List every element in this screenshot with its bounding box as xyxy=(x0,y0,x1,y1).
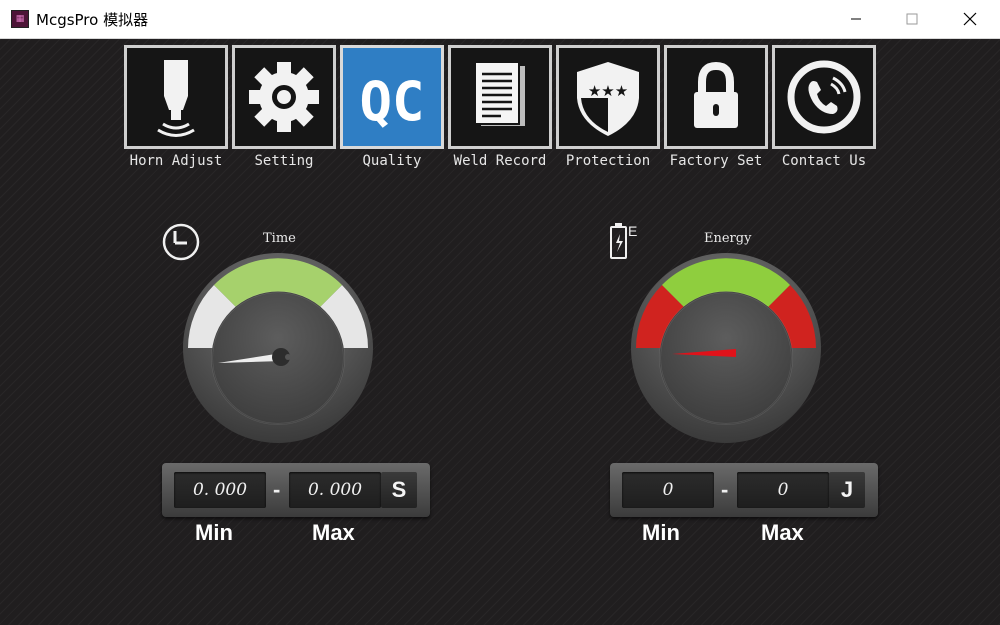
energy-unit: J xyxy=(829,472,865,508)
energy-gauge xyxy=(631,253,821,443)
horn-icon xyxy=(157,60,195,137)
svg-text:E: E xyxy=(628,223,637,239)
close-button[interactable] xyxy=(942,0,998,38)
time-min-label: Min xyxy=(195,520,233,545)
nav-protection[interactable]: ★★★ xyxy=(556,45,660,149)
time-range-dash: - xyxy=(273,477,281,502)
hmi-screen: Horn Adjust Setting QC Quality Weld Reco… xyxy=(0,39,1000,625)
energy-gauge-title: Energy xyxy=(704,231,752,246)
time-gauge xyxy=(183,253,373,443)
maximize-button[interactable] xyxy=(884,0,940,38)
nav-setting[interactable] xyxy=(232,45,336,149)
nav-label-contact-us: Contact Us xyxy=(781,153,867,169)
nav-label-protection: Protection xyxy=(565,153,651,169)
energy-max-field[interactable]: 0 xyxy=(737,472,829,508)
qc-icon: QC xyxy=(359,70,424,133)
nav-weld-record[interactable] xyxy=(448,45,552,149)
nav-label-setting: Setting xyxy=(254,153,314,169)
time-max-label: Max xyxy=(312,520,355,545)
nav-quality[interactable]: QC xyxy=(340,45,444,149)
energy-max-label: Max xyxy=(761,520,804,545)
app-icon: ▦ xyxy=(11,10,29,28)
shield-icon: ★★★ xyxy=(577,62,639,136)
time-gauge-title: Time xyxy=(263,231,296,246)
phone-icon xyxy=(787,60,861,134)
nav-factory-set[interactable] xyxy=(664,45,768,149)
nav-label-horn-adjust: Horn Adjust xyxy=(129,153,223,169)
nav-label-factory-set: Factory Set xyxy=(669,153,763,169)
maximize-icon xyxy=(906,13,918,25)
document-icon xyxy=(474,61,525,126)
time-min-field[interactable]: 0. 000 xyxy=(174,472,266,508)
svg-text:★★★: ★★★ xyxy=(588,82,628,100)
time-max-field[interactable]: 0. 000 xyxy=(289,472,381,508)
nav-horn-adjust[interactable] xyxy=(124,45,228,149)
minimize-icon xyxy=(851,18,861,20)
window-title-bar: ▦ McgsPro 模拟器 xyxy=(0,0,1000,39)
energy-min-field[interactable]: 0 xyxy=(622,472,714,508)
energy-min-label: Min xyxy=(642,520,680,545)
time-unit: S xyxy=(381,472,417,508)
gear-icon xyxy=(249,62,319,132)
nav-label-quality: Quality xyxy=(362,153,422,169)
lock-icon xyxy=(694,61,738,128)
close-icon xyxy=(963,12,977,26)
window-title: McgsPro 模拟器 xyxy=(36,11,149,29)
main-nav: Horn Adjust Setting QC Quality Weld Reco… xyxy=(124,45,880,175)
energy-range-dash: - xyxy=(721,477,729,502)
nav-contact-us[interactable] xyxy=(772,45,876,149)
minimize-button[interactable] xyxy=(828,0,884,38)
energy-range-panel: 0 - 0 J xyxy=(610,463,878,517)
nav-label-weld-record: Weld Record xyxy=(453,153,547,169)
svg-text:QC: QC xyxy=(359,70,424,133)
time-range-panel: 0. 000 - 0. 000 S xyxy=(162,463,430,517)
